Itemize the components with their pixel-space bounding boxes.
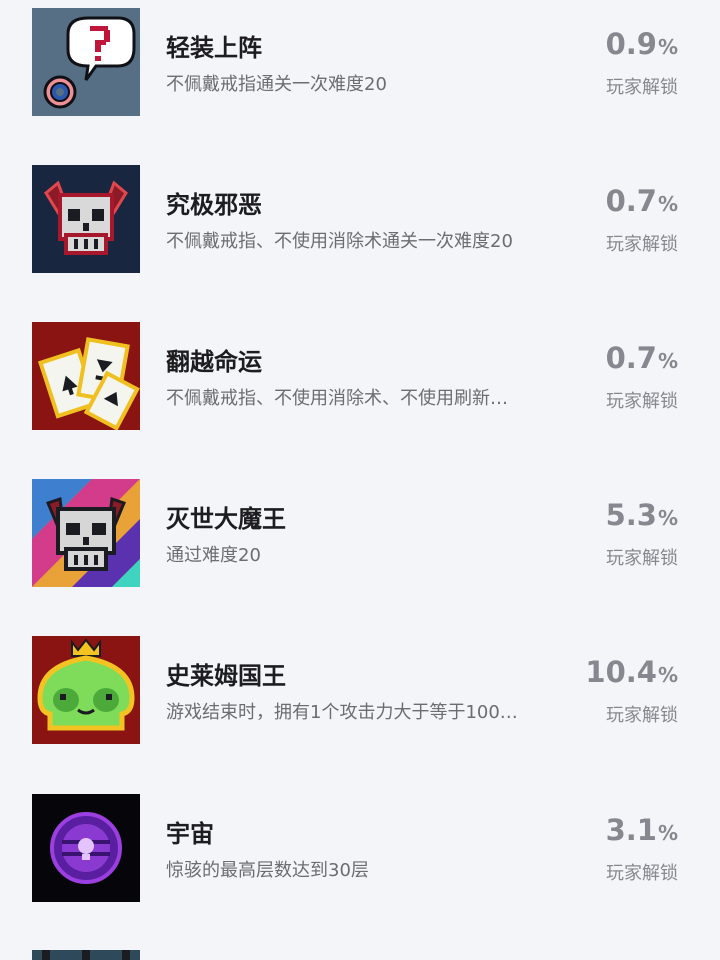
achievement-description: 不佩戴戒指通关一次难度20 <box>166 74 387 95</box>
achievement-description: 游戏结束时，拥有1个攻击力大于等于100… <box>166 702 518 723</box>
cosmic-orb-icon <box>32 794 140 902</box>
achievement-title: 宇宙 <box>166 820 214 848</box>
playing-cards-icon <box>32 322 140 430</box>
unlock-percentage: 10.4% <box>585 654 678 693</box>
unlock-stat: 0.7% 玩家解锁 <box>606 183 678 256</box>
percent-sign: % <box>657 663 678 687</box>
unlock-label: 玩家解锁 <box>606 77 678 98</box>
unlock-percentage-value: 0.9 <box>605 27 657 61</box>
unlock-stat: 3.1% 玩家解锁 <box>606 812 678 885</box>
unlock-percentage-value: 0.7 <box>605 341 657 375</box>
achievement-description: 不佩戴戒指、不使用消除术、不使用刷新… <box>166 388 508 409</box>
unlock-label: 玩家解锁 <box>606 863 678 884</box>
horned-skull-icon <box>32 165 140 273</box>
unlock-stat: 0.7% 玩家解锁 <box>606 340 678 413</box>
unlock-percentage: 0.7% <box>606 340 678 379</box>
unlock-label: 玩家解锁 <box>606 234 678 255</box>
percent-sign: % <box>657 506 678 530</box>
achievement-row[interactable]: 究极邪恶 不佩戴戒指、不使用消除术通关一次难度20 0.7% 玩家解锁 <box>0 165 720 275</box>
achievement-row[interactable]: 灭世大魔王 通过难度20 5.3% 玩家解锁 <box>0 479 720 589</box>
unlock-stat: 5.3% 玩家解锁 <box>606 497 678 570</box>
percent-sign: % <box>657 35 678 59</box>
unlock-percentage: 5.3% <box>606 497 678 536</box>
unlock-percentage: 3.1% <box>606 812 678 851</box>
percent-sign: % <box>657 192 678 216</box>
achievement-row[interactable]: 史莱姆国王 游戏结束时，拥有1个攻击力大于等于100… 10.4% 玩家解锁 <box>0 636 720 746</box>
achievement-description: 不佩戴戒指、不使用消除术通关一次难度20 <box>166 231 513 252</box>
unlock-percentage: 0.7% <box>606 183 678 222</box>
unlock-stat: 0.9% 玩家解锁 <box>606 26 678 99</box>
unlock-label: 玩家解锁 <box>606 705 678 726</box>
achievement-title: 究极邪恶 <box>166 191 262 219</box>
achievement-row[interactable]: 宇宙 惊骇的最高层数达到30层 3.1% 玩家解锁 <box>0 794 720 904</box>
unlock-stat: 10.4% 玩家解锁 <box>585 654 678 727</box>
achievement-title: 灭世大魔王 <box>166 505 286 533</box>
unlock-percentage-value: 5.3 <box>605 498 657 532</box>
achievement-row[interactable]: 轻装上阵 不佩戴戒指通关一次难度20 0.9% 玩家解锁 <box>0 8 720 118</box>
slime-king-icon <box>32 636 140 744</box>
achievement-title: 翻越命运 <box>166 348 262 376</box>
percent-sign: % <box>657 349 678 373</box>
achievement-list: 轻装上阵 不佩戴戒指通关一次难度20 0.9% 玩家解锁 究极邪恶 不佩戴戒指、… <box>0 0 720 960</box>
achievement-description: 通过难度20 <box>166 545 261 566</box>
unlock-label: 玩家解锁 <box>606 548 678 569</box>
unlock-percentage-value: 3.1 <box>605 813 657 847</box>
achievement-title: 轻装上阵 <box>166 34 262 62</box>
achievement-title: 史莱姆国王 <box>166 662 286 690</box>
demon-king-skull-icon <box>32 479 140 587</box>
unlock-percentage: 0.9% <box>606 26 678 65</box>
unlock-percentage-value: 10.4 <box>585 655 657 689</box>
achievement-description: 惊骇的最高层数达到30层 <box>166 860 369 881</box>
percent-sign: % <box>657 821 678 845</box>
next-achievement-icon <box>32 950 140 960</box>
achievement-row-partial[interactable] <box>0 950 720 960</box>
unlock-percentage-value: 0.7 <box>605 184 657 218</box>
ring-question-icon <box>32 8 140 116</box>
unlock-label: 玩家解锁 <box>606 391 678 412</box>
achievement-row[interactable]: 翻越命运 不佩戴戒指、不使用消除术、不使用刷新… 0.7% 玩家解锁 <box>0 322 720 432</box>
